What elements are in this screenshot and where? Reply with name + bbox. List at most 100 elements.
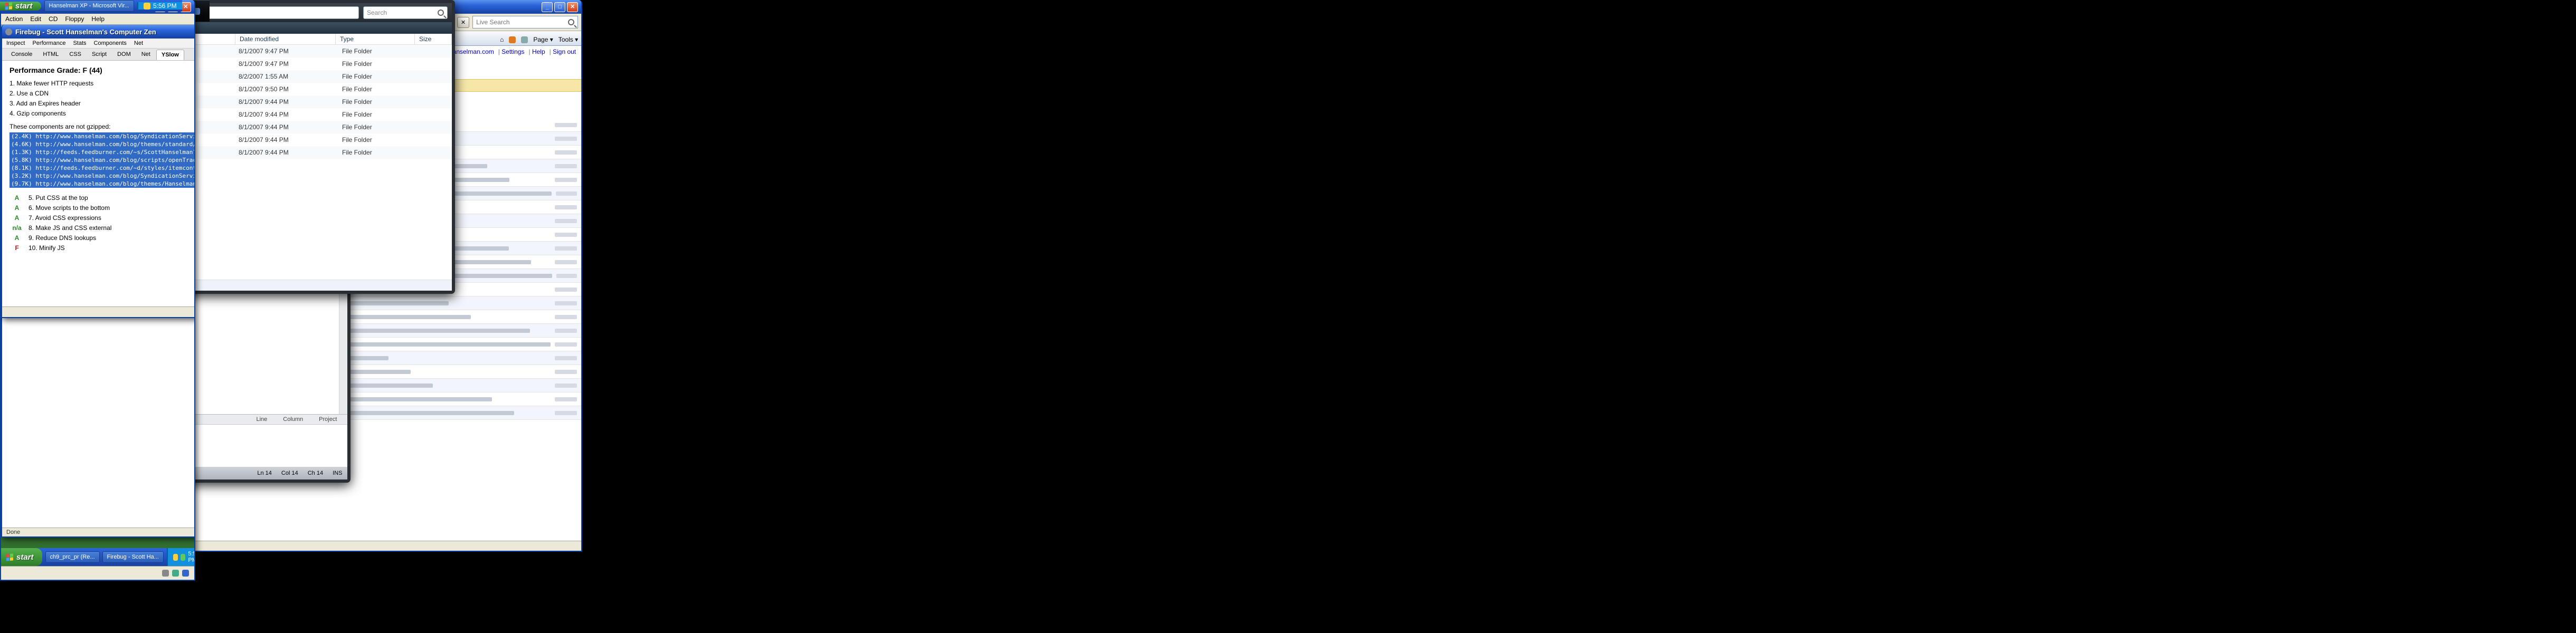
menu-item[interactable]: Edit <box>30 15 41 23</box>
column-header[interactable]: Size <box>415 34 452 44</box>
code-line: 2. Use a CDN <box>10 89 194 99</box>
column-header[interactable]: Type <box>336 34 415 44</box>
firebug-icon <box>5 28 12 35</box>
menu-item[interactable]: Floppy <box>65 15 84 23</box>
firebug-tab[interactable]: Script <box>87 50 111 60</box>
hanselman-xp-vm-window: Hanselman XP - Microsoft Virtual PC 2007… <box>0 0 195 581</box>
performance-grade: Performance Grade: F (44) <box>10 66 194 74</box>
xp-desktop: Mozilla Firefox _□✕ FileEditViewHistoryB… <box>1 25 194 566</box>
yslow-rule[interactable]: A6. Move scripts to the bottom <box>10 203 194 213</box>
cd-icon <box>182 570 189 577</box>
status-item: Col 14 <box>281 470 298 476</box>
menu-item[interactable]: Action <box>5 15 23 23</box>
yslow-rules-top: 1. Make fewer HTTP requests2. Use a CDN3… <box>10 79 194 119</box>
firebug-tab[interactable]: DOM <box>112 50 136 60</box>
print-icon[interactable] <box>521 36 528 43</box>
selected-url-line[interactable]: (8.1K) http://feeds.feedburner.com/~d/st… <box>10 164 194 172</box>
menu-item[interactable]: Inspect <box>6 40 25 46</box>
window-title: Firebug - Scott Hanselman's Computer Zen <box>15 28 194 36</box>
search-text: Live Search <box>476 18 509 26</box>
home-icon[interactable]: ⌂ <box>500 36 504 43</box>
yslow-panel: Performance Grade: F (44) 1. Make fewer … <box>2 61 194 306</box>
right-host-taskbar[interactable]: start Hanselman XP - Microsoft Vir... 5:… <box>0 0 182 12</box>
system-tray[interactable]: 5:56 PM <box>137 2 182 9</box>
task-buttons: Hanselman XP - Microsoft Vir... <box>44 0 134 12</box>
menu-item[interactable]: Net <box>134 40 143 46</box>
close-button[interactable]: ✕ <box>567 2 578 12</box>
window-titlebar[interactable]: Firebug - Scott Hanselman's Computer Zen… <box>2 25 194 39</box>
firebug-tab[interactable]: CSS <box>64 50 86 60</box>
ungzipped-url-list: (2.4K) http://www.hanselman.com/blog/Syn… <box>10 132 194 188</box>
status-item: INS <box>333 470 342 476</box>
yslow-rule[interactable]: A9. Reduce DNS lookups <box>10 233 194 243</box>
tray-icon[interactable] <box>173 554 178 561</box>
taskbar-button[interactable]: Hanselman XP - Microsoft Vir... <box>44 0 134 12</box>
firebug-tab[interactable]: YSlow <box>156 50 184 60</box>
tray-icon[interactable] <box>144 3 150 9</box>
taskbar-button[interactable]: Firebug - Scott Ha... <box>102 551 164 563</box>
desktop-canvas: 100%New File 0%New Filebootstrapper.zip1… <box>0 0 2576 633</box>
yslow-rules-bottom: A5. Put CSS at the topA6. Move scripts t… <box>10 193 194 253</box>
menu-item[interactable]: Components <box>94 40 127 46</box>
network-icon <box>172 570 179 577</box>
selected-url-line[interactable]: (1.3K) http://feeds.feedburner.com/~s/Sc… <box>10 148 194 156</box>
firebug-tab[interactable]: Console <box>6 50 37 60</box>
firebug-window: Firebug - Scott Hanselman's Computer Zen… <box>1 25 194 318</box>
yslow-rule[interactable]: A5. Put CSS at the top <box>10 193 194 203</box>
tools-menu[interactable]: Tools ▾ <box>558 36 578 43</box>
page-menu[interactable]: Page ▾ <box>533 36 553 43</box>
task-buttons: ch9_prc_pr (Re...Firebug - Scott Ha... <box>45 551 164 563</box>
header-link[interactable]: Settings <box>498 48 525 55</box>
code-line: 3. Add an Expires header <box>10 99 194 109</box>
yslow-rule[interactable]: F10. Minify JS <box>10 243 194 253</box>
firebug-status-bar <box>2 306 194 317</box>
selected-url-line[interactable]: (3.2K) http://www.hanselman.com/blog/Syn… <box>10 172 194 180</box>
system-tray[interactable]: 5:56 PM <box>167 548 194 566</box>
header-link[interactable]: Sign out <box>550 48 576 55</box>
menu-item[interactable]: CD <box>49 15 58 23</box>
xp-vm-taskbar[interactable]: start ch9_prc_pr (Re...Firebug - Scott H… <box>1 548 194 566</box>
vpc-status-bar <box>1 566 194 580</box>
selected-url-line[interactable]: (4.6K) http://www.hanselman.com/blog/the… <box>10 140 194 148</box>
selected-url-line[interactable]: (5.8K) http://www.hanselman.com/blog/scr… <box>10 156 194 164</box>
yslow-rule[interactable]: n/a8. Make JS and CSS external <box>10 223 194 233</box>
search-box[interactable]: Live Search <box>472 16 578 28</box>
status-item: Line <box>256 416 267 423</box>
selected-url-line[interactable]: (2.4K) http://www.hanselman.com/blog/Syn… <box>10 132 194 140</box>
command-icons: ⌂ Page ▾ Tools ▾ <box>500 36 578 45</box>
header-link[interactable]: Help <box>529 48 545 55</box>
yslow-rule[interactable]: A7. Avoid CSS expressions <box>10 213 194 223</box>
tray-icon[interactable] <box>181 554 185 561</box>
search-icon[interactable] <box>568 19 574 25</box>
gzip-note: These components are not gzipped: <box>10 123 194 130</box>
selected-url-line[interactable]: (9.7K) http://www.hanselman.com/blog/the… <box>10 180 194 188</box>
menu-item[interactable]: Performance <box>32 40 65 46</box>
code-line: 4. Gzip components <box>10 109 194 119</box>
firebug-tab-row: ConsoleHTMLCSSScriptDOMNetYSlow Options … <box>2 49 194 61</box>
menu-item[interactable]: Help <box>91 15 105 23</box>
menu-item[interactable]: Stats <box>73 40 86 46</box>
cursor-position: Ln 14 Col 14 Ch 14 INS <box>257 470 342 476</box>
minimize-button[interactable]: _ <box>542 2 553 12</box>
firebug-tab[interactable]: Net <box>137 50 155 60</box>
clock: 5:56 PM <box>188 551 194 563</box>
clock: 5:56 PM <box>153 2 177 9</box>
firebug-tab[interactable]: HTML <box>38 50 63 60</box>
code-line: 1. Make fewer HTTP requests <box>10 79 194 89</box>
firefox-status-bar: Done <box>2 528 194 536</box>
vm-menubar: Action Edit CD Floppy Help <box>1 14 194 25</box>
start-button[interactable]: start <box>1 548 42 566</box>
maximize-button[interactable]: □ <box>554 2 565 12</box>
taskbar-button[interactable]: ch9_prc_pr (Re... <box>45 551 100 563</box>
status-text: Done <box>6 529 20 535</box>
firebug-command-row: Inspect Performance Stats Components Net <box>2 39 194 49</box>
search-icon[interactable] <box>438 9 444 16</box>
start-button[interactable]: start <box>0 2 41 11</box>
status-item: Ch 14 <box>308 470 323 476</box>
status-item: Ln 14 <box>257 470 272 476</box>
status-item: Column <box>283 416 303 423</box>
stop-button[interactable]: ✕ <box>457 17 469 28</box>
column-header[interactable]: Date modified <box>235 34 336 44</box>
explorer-search-box[interactable]: Search <box>363 6 448 19</box>
feeds-icon[interactable] <box>509 36 516 43</box>
